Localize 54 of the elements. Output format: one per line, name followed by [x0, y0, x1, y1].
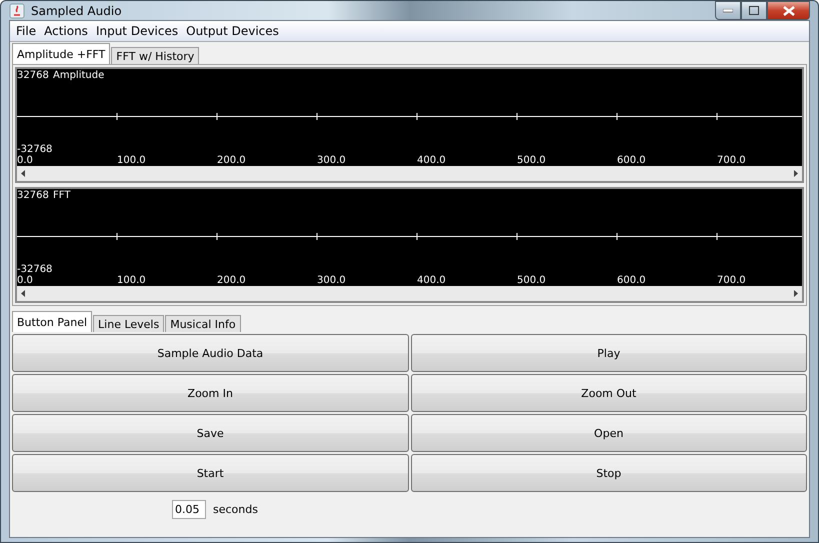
horizontal-scrollbar[interactable]: [17, 166, 802, 181]
minimize-button[interactable]: [715, 1, 741, 20]
menu-item[interactable]: Output Devices: [182, 24, 283, 38]
axis-tick-label: 700.0: [717, 276, 746, 286]
menu-item[interactable]: Input Devices: [92, 24, 182, 38]
tab[interactable]: Button Panel: [12, 311, 92, 332]
axis-tick-label: 200.0: [217, 276, 246, 286]
action-button[interactable]: Open: [410, 414, 807, 452]
tab[interactable]: FFT w/ History: [111, 47, 200, 64]
axis-tick-label: 500.0: [517, 156, 546, 166]
close-button[interactable]: [767, 1, 810, 20]
menu-item[interactable]: Actions: [40, 24, 92, 38]
axis-tick-label: 100.0: [117, 276, 146, 286]
axis-tick-label: 100.0: [117, 156, 146, 166]
close-icon: [782, 6, 794, 16]
action-button[interactable]: Start: [12, 454, 408, 492]
action-button[interactable]: Stop: [410, 454, 807, 492]
axis-tick-label: 300.0: [317, 276, 346, 286]
scroll-left-icon[interactable]: [21, 170, 25, 177]
tab[interactable]: Musical Info: [165, 315, 241, 332]
plot-max-label: 32768: [17, 191, 49, 201]
plot-title: FFT: [53, 191, 70, 201]
axis-tick-label: 700.0: [717, 156, 746, 166]
axis-tick-label: 500.0: [517, 276, 546, 286]
seconds-field[interactable]: 0.05: [172, 500, 206, 519]
axis-tick-label: 0.0: [17, 276, 33, 286]
action-button[interactable]: Save: [12, 414, 408, 452]
tab[interactable]: Amplitude +FFT: [12, 43, 110, 64]
action-button[interactable]: Zoom Out: [410, 374, 807, 412]
axis-tick-label: 0.0: [17, 156, 33, 166]
window-title: Sampled Audio: [31, 4, 122, 18]
axis-tick-label: 600.0: [617, 156, 646, 166]
axis-tick-label: 400.0: [417, 156, 446, 166]
horizontal-scrollbar[interactable]: [17, 286, 802, 301]
scroll-right-icon[interactable]: [794, 290, 798, 297]
maximize-icon: [749, 6, 759, 15]
menu-item[interactable]: File: [12, 24, 40, 38]
scroll-left-icon[interactable]: [21, 290, 25, 297]
plot-min-label: -32768: [17, 265, 52, 275]
axis-tick-label: 200.0: [217, 156, 246, 166]
unit-label: seconds: [213, 503, 258, 516]
tab[interactable]: Line Levels: [93, 315, 164, 332]
axis-tick-label: 300.0: [317, 156, 346, 166]
maximize-button[interactable]: [741, 1, 767, 20]
axis-tick-label: 400.0: [417, 276, 446, 286]
plot-title: Amplitude: [53, 71, 104, 81]
action-button[interactable]: Sample Audio Data: [12, 334, 408, 372]
scroll-right-icon[interactable]: [794, 170, 798, 177]
action-button[interactable]: Play: [410, 334, 807, 372]
plot-min-label: -32768: [17, 145, 52, 155]
axis-tick-label: 600.0: [617, 276, 646, 286]
plot-max-label: 32768: [17, 71, 49, 81]
minimize-icon: [723, 8, 733, 12]
action-button[interactable]: Zoom In: [12, 374, 408, 412]
